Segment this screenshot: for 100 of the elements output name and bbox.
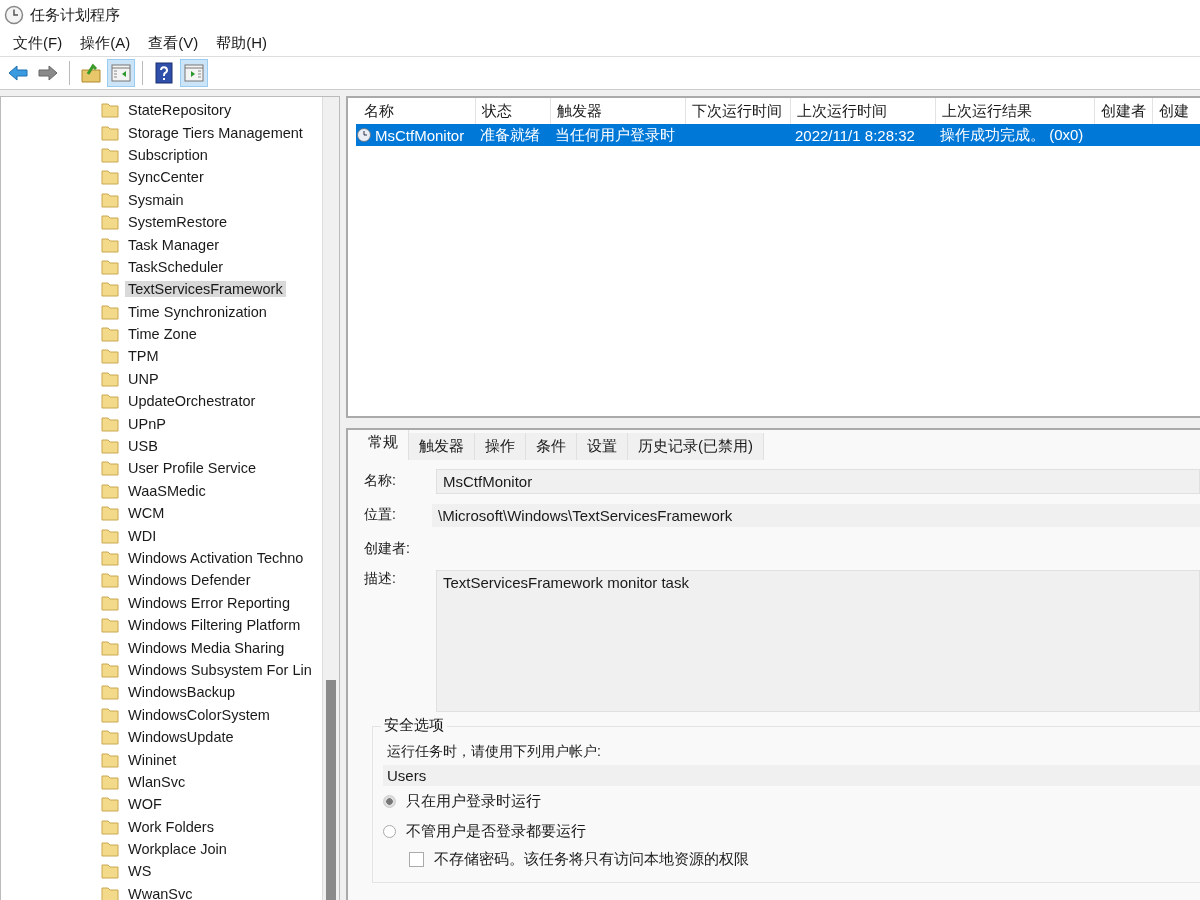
tree-item[interactable]: Windows Error Reporting: [125, 594, 293, 611]
folder-icon: [101, 706, 119, 723]
tree-item[interactable]: WindowsColorSystem: [125, 706, 273, 723]
radio-button[interactable]: [383, 824, 396, 838]
table-cell: 操作成功完成。 (0x0): [940, 125, 1084, 145]
field-label: 描述:: [363, 570, 397, 588]
tree-item[interactable]: USB: [125, 438, 161, 455]
checkbox[interactable]: [409, 851, 424, 867]
tree-item[interactable]: Windows Defender: [125, 572, 254, 589]
folder-icon: [101, 863, 119, 880]
tab[interactable]: 历史记录(已禁用): [628, 433, 764, 460]
tree-item[interactable]: UPnP: [125, 415, 169, 432]
folder-icon: [101, 191, 119, 208]
folder-icon: [101, 751, 119, 768]
folder-icon: [101, 102, 119, 119]
folder-icon: [101, 326, 119, 343]
folder-icon: [101, 729, 119, 746]
tree-item[interactable]: WindowsUpdate: [125, 729, 237, 746]
tree-item[interactable]: StateRepository: [125, 102, 235, 119]
folder-icon: [101, 370, 119, 387]
menu-item[interactable]: 文件(F): [4, 33, 72, 53]
tree-item[interactable]: TPM: [125, 348, 162, 365]
tree-item[interactable]: TextServicesFramework: [125, 281, 286, 298]
tree-item[interactable]: UNP: [125, 370, 162, 387]
tree-item[interactable]: Work Folders: [125, 818, 217, 835]
folder-icon: [101, 393, 119, 410]
menu-item[interactable]: 操作(A): [71, 33, 140, 53]
option-label: 不管用户是否登录都要运行: [406, 821, 586, 841]
tree-item[interactable]: Time Synchronization: [125, 303, 270, 320]
tree-item[interactable]: Wininet: [125, 751, 180, 768]
folder-icon: [101, 818, 119, 835]
table-cell: 2022/11/1 8:28:32: [795, 126, 915, 144]
tree-item[interactable]: Windows Media Sharing: [125, 639, 288, 656]
tree-item[interactable]: Sysmain: [125, 191, 187, 208]
tab[interactable]: 设置: [577, 433, 628, 460]
folder-icon: [101, 773, 119, 790]
folder-icon: [101, 460, 119, 477]
table-cell: MsCtfMonitor: [375, 126, 465, 144]
tree-item[interactable]: Time Zone: [125, 326, 200, 343]
tree-item[interactable]: User Profile Service: [125, 460, 260, 477]
field-label: 名称:: [363, 472, 397, 490]
tree-item[interactable]: WOF: [125, 796, 165, 813]
folder-icon: [101, 482, 119, 499]
folder-icon: [101, 146, 119, 163]
tree-item[interactable]: Windows Filtering Platform: [125, 617, 304, 634]
folder-icon: [101, 796, 119, 813]
folder-icon: [101, 438, 119, 455]
field-label: 位置:: [363, 506, 397, 524]
table-cell: 当任何用户登录时: [555, 125, 675, 145]
tree-item[interactable]: Workplace Join: [125, 841, 230, 858]
radio-button[interactable]: [383, 794, 396, 808]
account-label: 运行任务时，请使用下列用户帐户:: [386, 742, 602, 761]
tree-item[interactable]: WlanSvc: [125, 773, 189, 790]
tree-item[interactable]: Subscription: [125, 146, 211, 163]
folder-icon: [101, 841, 119, 858]
tab[interactable]: 条件: [526, 433, 577, 460]
menu-item[interactable]: 帮助(H): [207, 33, 276, 53]
task-row[interactable]: MsCtfMonitor 准备就绪 当任何用户登录时 2022/11/1 8:28:32 操作成功完成。 (0x0): [356, 124, 1200, 146]
tree-item[interactable]: SyncCenter: [125, 169, 207, 186]
option-label: 不存储密码。该任务将只有访问本地资源的权限: [434, 849, 749, 869]
folder-icon: [101, 124, 119, 141]
folder-icon: [101, 415, 119, 432]
folder-icon: [101, 639, 119, 656]
tree-item[interactable]: WaaSMedic: [125, 482, 209, 499]
tree-item[interactable]: Windows Activation Techno: [125, 550, 307, 566]
clock-icon: [4, 5, 24, 25]
folder-icon: [101, 348, 119, 365]
name-field[interactable]: MsCtfMonitor: [436, 468, 1200, 494]
tree-item[interactable]: Task Manager: [125, 236, 223, 253]
option-label: 只在用户登录时运行: [406, 791, 541, 811]
folder-icon: [101, 281, 119, 298]
tab[interactable]: 触发器: [409, 433, 475, 460]
window-title: 任务计划程序: [30, 5, 120, 25]
tree-item[interactable]: WwanSvc: [125, 885, 196, 900]
folder-icon: [101, 214, 119, 231]
pane-toggle-button[interactable]: [107, 59, 135, 87]
table-cell: 准备就绪: [480, 125, 540, 145]
folder-icon: [101, 505, 119, 522]
folder-icon: [101, 617, 119, 634]
tree-item[interactable]: Windows Subsystem For Lin: [125, 661, 315, 678]
tree-item[interactable]: SystemRestore: [125, 214, 231, 231]
folder-icon: [101, 236, 119, 253]
tree-item[interactable]: WS: [125, 863, 155, 880]
folder-icon: [101, 572, 119, 589]
menu-item[interactable]: 查看(V): [139, 33, 208, 53]
tree-item[interactable]: WindowsBackup: [125, 684, 239, 701]
account-field: Users: [383, 765, 1200, 786]
tab[interactable]: 操作: [475, 433, 526, 460]
scrollbar[interactable]: [322, 97, 339, 900]
folder-icon: [101, 684, 119, 701]
tree-item[interactable]: TaskScheduler: [125, 258, 227, 275]
field-label: 创建者:: [363, 540, 411, 558]
description-field[interactable]: TextServicesFramework monitor task: [436, 570, 1200, 712]
folder-icon: [101, 550, 119, 566]
folder-icon: [101, 527, 119, 544]
tree-item[interactable]: WCM: [125, 505, 168, 522]
pane-toggle-button[interactable]: [180, 59, 208, 87]
tree-item[interactable]: UpdateOrchestrator: [125, 393, 259, 410]
tree-item[interactable]: WDI: [125, 527, 160, 544]
tree-item[interactable]: Storage Tiers Management: [125, 124, 306, 141]
